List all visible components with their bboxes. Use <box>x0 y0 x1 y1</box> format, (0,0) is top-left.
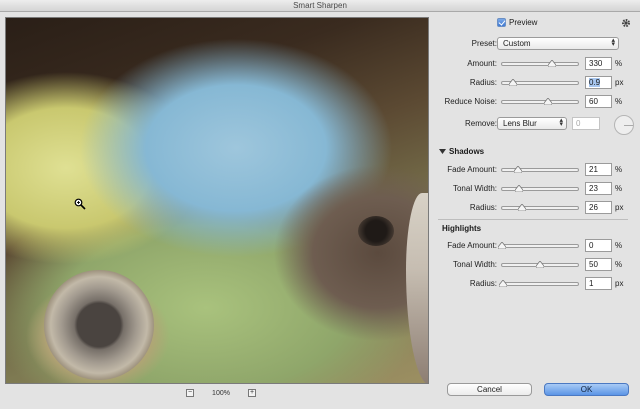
parrot-beak <box>406 193 428 383</box>
shadows-title[interactable]: Shadows <box>449 147 484 156</box>
highlights-tonal-row: Tonal Width: 50 % <box>435 258 640 272</box>
shadows-tonal-row: Tonal Width: 23 % <box>435 182 640 196</box>
shadows-fade-unit: % <box>615 165 623 174</box>
zoom-out-button[interactable]: − <box>186 389 194 397</box>
preset-row: Preset: Custom ▴ ▾ <box>435 37 640 51</box>
remove-row: Remove: Lens Blur ▴ ▾ 0 <box>435 117 640 131</box>
reduce-noise-slider[interactable] <box>501 100 579 104</box>
highlights-radius-label: Radius: <box>469 279 497 288</box>
radius-input[interactable]: 0.9 <box>585 76 612 89</box>
preview-label: Preview <box>509 18 538 27</box>
highlights-radius-row: Radius: 1 px <box>435 277 640 291</box>
settings-panel: Preview Preset: Custom ▴ ▾ Amount: 330 % … <box>435 12 640 409</box>
shadows-radius-row: Radius: 26 px <box>435 201 640 215</box>
highlights-radius-input[interactable]: 1 <box>585 277 612 290</box>
highlights-radius-slider[interactable] <box>501 282 579 286</box>
radius-label: Radius: <box>469 78 497 87</box>
shadows-fade-slider-thumb[interactable] <box>513 166 522 173</box>
angle-input[interactable]: 0 <box>572 117 600 130</box>
shadows-radius-label: Radius: <box>469 203 497 212</box>
checkbox-checked-icon[interactable] <box>497 18 506 27</box>
highlights-tonal-input[interactable]: 50 <box>585 258 612 271</box>
shadows-tonal-unit: % <box>615 184 623 193</box>
highlights-fade-input[interactable]: 0 <box>585 239 612 252</box>
zoom-level: 100% <box>212 389 230 397</box>
reduce-noise-slider-thumb[interactable] <box>543 98 552 105</box>
shadows-fade-label: Fade Amount: <box>447 165 497 174</box>
shadows-tonal-label: Tonal Width: <box>452 184 497 193</box>
parrot-eye-small <box>358 216 394 246</box>
highlights-fade-unit: % <box>615 241 623 250</box>
highlights-tonal-slider-thumb[interactable] <box>536 261 544 268</box>
shadows-tonal-slider-thumb[interactable] <box>515 185 524 192</box>
amount-input[interactable]: 330 <box>585 57 612 70</box>
reduce-noise-input[interactable]: 60 <box>585 95 612 108</box>
select-arrows-icon: ▴ ▾ <box>559 117 563 128</box>
shadows-fade-row: Fade Amount: 21 % <box>435 163 640 177</box>
remove-value: Lens Blur <box>503 119 537 128</box>
highlights-title: Highlights <box>442 224 482 233</box>
angle-dial[interactable] <box>614 115 634 135</box>
zoom-in-cursor-icon <box>74 198 86 210</box>
radius-slider-thumb[interactable] <box>509 79 518 86</box>
preset-select[interactable]: Custom ▴ ▾ <box>497 37 619 50</box>
highlights-fade-slider[interactable] <box>501 244 579 248</box>
amount-slider-thumb[interactable] <box>548 60 557 67</box>
highlights-tonal-unit: % <box>615 260 623 269</box>
shadows-radius-slider-thumb[interactable] <box>517 204 526 211</box>
amount-unit: % <box>615 59 623 68</box>
highlights-radius-unit: px <box>615 279 624 288</box>
shadows-radius-unit: px <box>615 203 624 212</box>
amount-label: Amount: <box>467 59 497 68</box>
zoom-controls: − 100% + <box>186 388 256 398</box>
cancel-button[interactable]: Cancel <box>447 383 532 396</box>
image-preview[interactable] <box>5 17 429 384</box>
amount-slider[interactable] <box>501 62 579 66</box>
amount-row: Amount: 330 % <box>435 57 640 71</box>
reduce-noise-unit: % <box>615 97 623 106</box>
parrot-eye-large <box>44 270 154 380</box>
shadows-fade-slider[interactable] <box>501 168 579 172</box>
radius-unit: px <box>615 78 624 87</box>
radius-row: Radius: 0.9 px <box>435 76 640 90</box>
ok-button[interactable]: OK <box>544 383 629 396</box>
zoom-in-button[interactable]: + <box>248 389 256 397</box>
shadows-radius-input[interactable]: 26 <box>585 201 612 214</box>
section-divider <box>438 219 628 220</box>
triangle-down-icon[interactable] <box>439 148 446 155</box>
highlights-fade-row: Fade Amount: 0 % <box>435 239 640 253</box>
highlights-fade-slider-thumb[interactable] <box>498 242 506 249</box>
shadows-tonal-input[interactable]: 23 <box>585 182 612 195</box>
gear-icon[interactable] <box>621 18 631 28</box>
reduce-noise-row: Reduce Noise: 60 % <box>435 95 640 109</box>
window-title: Smart Sharpen <box>0 0 640 12</box>
shadows-tonal-slider[interactable] <box>501 187 579 191</box>
select-arrows-icon: ▴ ▾ <box>611 37 615 48</box>
highlights-fade-label: Fade Amount: <box>447 241 497 250</box>
remove-select[interactable]: Lens Blur ▴ ▾ <box>497 117 567 130</box>
highlights-tonal-label: Tonal Width: <box>452 260 497 269</box>
shadows-radius-slider[interactable] <box>501 206 579 210</box>
highlights-radius-slider-thumb[interactable] <box>498 280 507 287</box>
remove-label: Remove: <box>464 119 497 128</box>
reduce-noise-label: Reduce Noise: <box>444 97 497 106</box>
preset-value: Custom <box>503 39 531 48</box>
preview-checkbox[interactable]: Preview <box>497 18 537 27</box>
preset-label: Preset: <box>471 39 497 48</box>
shadows-fade-input[interactable]: 21 <box>585 163 612 176</box>
